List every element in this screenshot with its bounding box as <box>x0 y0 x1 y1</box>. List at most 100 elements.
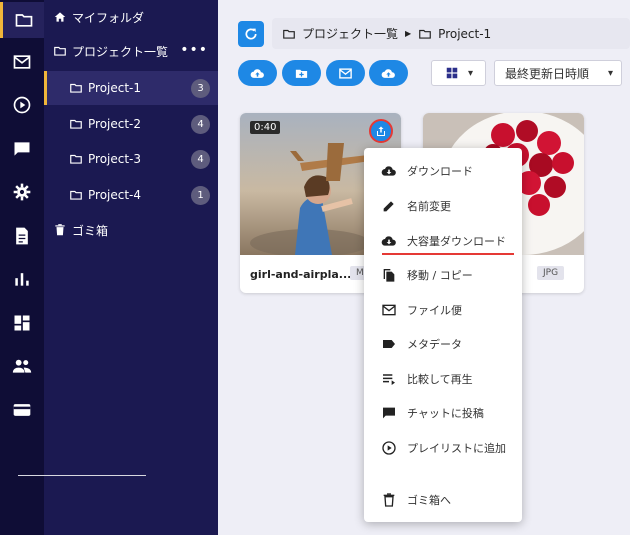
count-badge: 4 <box>191 115 210 134</box>
rail-play[interactable] <box>0 87 44 123</box>
tree-project-label: Project-4 <box>88 188 142 202</box>
mail-button[interactable] <box>326 60 365 86</box>
count-badge: 4 <box>191 150 210 169</box>
menu-item-label: ファイル便 <box>407 304 462 317</box>
cloud-upload-icon <box>250 68 264 78</box>
count-badge: 1 <box>191 186 210 205</box>
refresh-icon <box>245 28 257 40</box>
folder-icon <box>282 26 296 41</box>
folder-icon <box>69 188 83 202</box>
label-icon <box>381 336 397 352</box>
tree-project-label: Project-3 <box>88 152 142 166</box>
trash-icon <box>53 223 67 237</box>
folder-tree: マイフォルダ プロジェクト一覧 ••• Project-1 3 Project-… <box>44 0 218 535</box>
tree-my-folder-label: マイフォルダ <box>72 10 145 25</box>
new-folder-button[interactable] <box>282 60 321 86</box>
rail-users[interactable] <box>0 348 44 384</box>
tree-trash-label: ゴミ箱 <box>72 223 109 238</box>
file-name: girl-and-airpla... <box>250 268 352 281</box>
share-icon <box>377 126 385 136</box>
chat-icon <box>381 405 397 421</box>
tree-trash[interactable]: ゴミ箱 <box>44 213 218 247</box>
menu-item-label: 移動 / コピー <box>407 269 473 282</box>
trash-icon <box>381 492 397 508</box>
play-circle-icon <box>13 96 31 114</box>
cloud-download-icon <box>381 233 397 249</box>
sort-select[interactable]: 最終更新日時順 ▾ <box>494 60 622 86</box>
tree-project-1[interactable]: Project-1 3 <box>44 71 218 105</box>
dashboard-icon <box>14 315 30 331</box>
credit-card-icon <box>13 404 31 416</box>
menu-item-label: 大容量ダウンロード <box>407 235 506 248</box>
folder-icon <box>15 14 32 27</box>
copy-icon <box>381 267 397 283</box>
chevron-down-icon: ▾ <box>468 67 474 79</box>
context-menu: ダウンロード 名前変更 大容量ダウンロード 移動 / コピー ファイル便 メタデ… <box>364 148 522 522</box>
bar-chart-icon <box>15 273 29 286</box>
menu-add-playlist[interactable]: プレイリストに追加 <box>364 431 522 465</box>
upload-button[interactable] <box>238 60 277 86</box>
rail-folder[interactable] <box>0 2 44 38</box>
menu-divider <box>18 475 146 476</box>
view-toggle[interactable]: ▾ <box>431 60 486 86</box>
menu-rename[interactable]: 名前変更 <box>364 189 522 223</box>
tree-project-4[interactable]: Project-4 1 <box>44 178 218 212</box>
sort-select-label: 最終更新日時順 <box>505 66 590 81</box>
pencil-icon <box>381 198 397 214</box>
rail-settings[interactable] <box>0 174 44 210</box>
chat-icon <box>14 142 30 156</box>
rail-analytics[interactable] <box>0 261 44 297</box>
tree-project-list[interactable]: プロジェクト一覧 ••• <box>44 34 218 68</box>
menu-move-copy[interactable]: 移動 / コピー <box>364 258 522 292</box>
rail-dashboard[interactable] <box>0 305 44 341</box>
menu-file-delivery[interactable]: ファイル便 <box>364 293 522 327</box>
breadcrumb-separator: ▶ <box>405 29 412 38</box>
share-button[interactable] <box>369 119 393 143</box>
rail-document[interactable] <box>0 218 44 254</box>
refresh-button[interactable] <box>238 21 264 47</box>
menu-move-to-trash[interactable]: ゴミ箱へ <box>364 483 522 517</box>
folder-plus-icon <box>295 69 308 78</box>
menu-post-chat[interactable]: チャットに投稿 <box>364 396 522 430</box>
folder-icon <box>69 152 83 166</box>
highlight-underline <box>382 253 514 255</box>
mail-icon <box>339 67 352 79</box>
more-options-icon[interactable]: ••• <box>180 42 208 58</box>
mail-icon <box>13 55 31 69</box>
tree-project-label: Project-1 <box>88 81 142 95</box>
menu-item-label: ゴミ箱へ <box>407 494 451 507</box>
folder-icon <box>53 44 67 58</box>
rail-chat[interactable] <box>0 131 44 167</box>
cloud-upload-button[interactable] <box>369 60 408 86</box>
breadcrumb: プロジェクト一覧 ▶ Project-1 <box>272 18 630 49</box>
duration-badge: 0:40 <box>250 121 281 134</box>
folder-icon <box>69 117 83 131</box>
breadcrumb-root[interactable]: プロジェクト一覧 <box>302 25 398 42</box>
file-type-tag: JPG <box>537 266 565 280</box>
rail-billing[interactable] <box>0 392 44 428</box>
playlist-compare-icon <box>381 371 397 387</box>
tree-my-folder[interactable]: マイフォルダ <box>44 0 218 34</box>
folder-icon <box>418 26 432 41</box>
people-icon <box>12 359 32 373</box>
rail-mail[interactable] <box>0 44 44 80</box>
gear-icon <box>13 183 31 201</box>
menu-item-label: プレイリストに追加 <box>407 442 506 455</box>
menu-download[interactable]: ダウンロード <box>364 154 522 188</box>
menu-metadata[interactable]: メタデータ <box>364 327 522 361</box>
icon-rail <box>0 0 44 535</box>
chevron-down-icon: ▾ <box>607 67 613 79</box>
document-icon <box>16 227 28 245</box>
tree-project-3[interactable]: Project-3 4 <box>44 142 218 176</box>
breadcrumb-current: Project-1 <box>438 26 492 41</box>
menu-item-label: 名前変更 <box>407 200 451 213</box>
menu-compare-play[interactable]: 比較して再生 <box>364 362 522 396</box>
count-badge: 3 <box>191 79 210 98</box>
home-icon <box>53 10 67 24</box>
envelope-icon <box>381 302 397 318</box>
grid-view-icon <box>446 67 458 79</box>
menu-item-label: ダウンロード <box>407 165 473 178</box>
menu-item-label: 比較して再生 <box>407 373 473 386</box>
tree-project-2[interactable]: Project-2 4 <box>44 107 218 141</box>
tree-project-label: Project-2 <box>88 117 142 131</box>
